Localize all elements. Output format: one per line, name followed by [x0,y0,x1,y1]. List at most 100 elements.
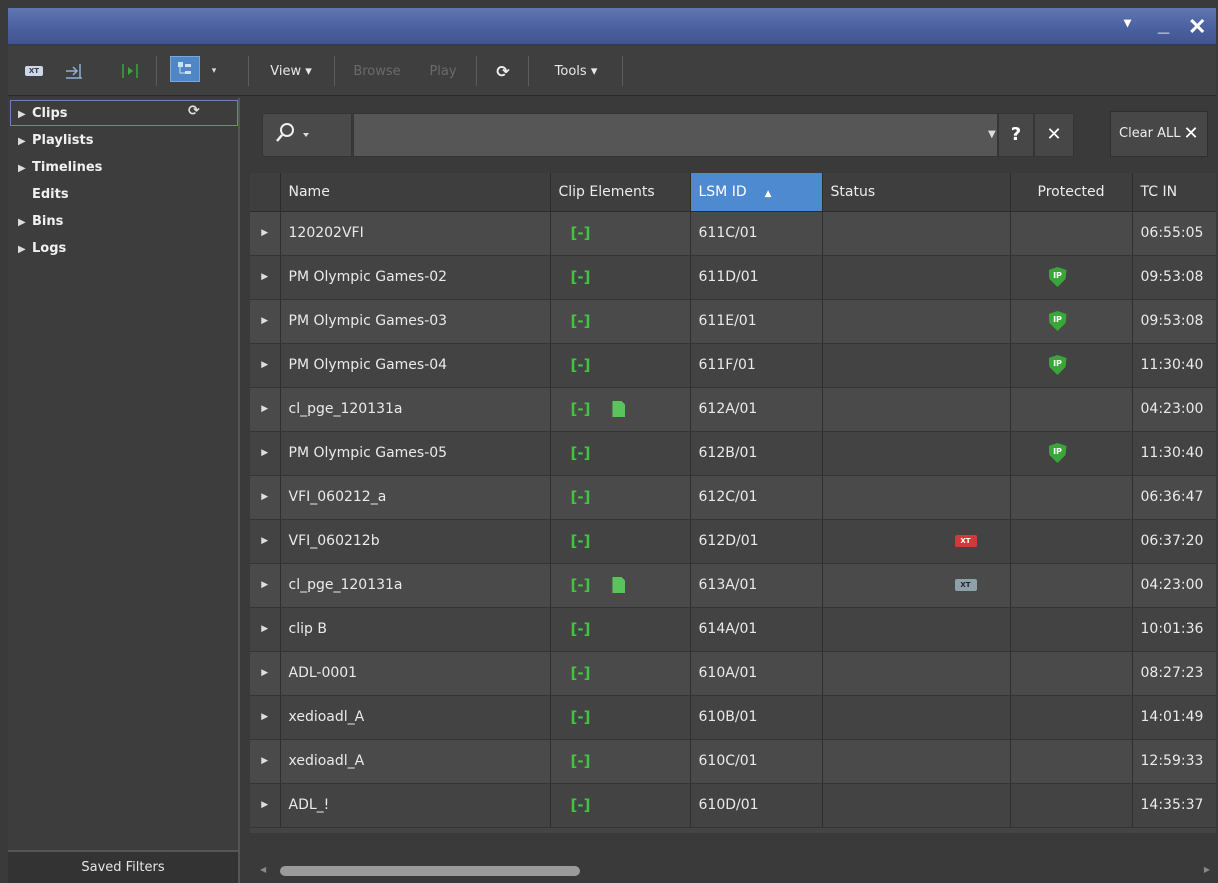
protected-cell [1010,607,1133,652]
minimize-button[interactable]: _ [1158,14,1169,37]
clip-name-cell: cl_pge_120131a [280,563,551,608]
table-row[interactable]: ▶ xedioadl_A [-] 610C/01 12:59:33 [250,739,1216,784]
lsm-id-cell: 610C/01 [690,739,823,784]
table-row[interactable]: ▶ clip B [-] 614A/01 10:01:36 [250,607,1216,652]
clip-element-icon[interactable]: [-] [571,226,591,241]
clip-element-icon[interactable]: [-] [571,446,591,461]
sidebar-item-playlists[interactable]: ▶ Playlists [18,133,93,148]
row-expand-toggle[interactable]: ▶ [250,475,281,520]
clip-element-icon[interactable]: [-] [571,358,591,373]
sidebar-item-timelines[interactable]: ▶ Timelines [18,160,102,175]
row-expand-toggle[interactable]: ▶ [250,739,281,784]
saved-filters-button[interactable]: Saved Filters [8,850,238,883]
table-row[interactable]: ▶ ADL_! [-] 610D/01 14:35:37 [250,783,1216,828]
search-input[interactable] [353,113,998,157]
clip-elements-column-header[interactable]: Clip Elements [550,173,691,212]
protected-column-header[interactable]: Protected [1010,173,1133,212]
status-column-header[interactable]: Status [822,173,1011,212]
clip-element-icon[interactable]: [-] [571,666,591,681]
table-row[interactable]: ▶ PM Olympic Games-04 [-] 611F/01 IP 11:30:40 [250,343,1216,388]
scrollbar-thumb[interactable] [280,866,580,876]
import-button[interactable] [60,58,88,84]
protected-shield-icon: IP [1048,355,1067,375]
row-expand-toggle[interactable]: ▶ [250,519,281,564]
clip-element-icon[interactable]: [-] [571,402,591,417]
sidebar-item-clips[interactable]: ▶ Clips [18,106,68,121]
row-expand-toggle[interactable]: ▶ [250,387,281,432]
row-expand-toggle[interactable]: ▶ [250,563,281,608]
expand-arrow-icon: ▶ [261,800,269,810]
import-arrow-icon [66,64,82,79]
sidebar-item-logs[interactable]: ▶ Logs [18,241,66,256]
row-expand-toggle[interactable]: ▶ [250,607,281,652]
row-expand-toggle[interactable]: ▶ [250,299,281,344]
layout-dropdown-button[interactable]: ▾ [206,58,222,84]
tools-menu-button[interactable]: Tools ▾ [536,58,616,84]
search-history-dropdown[interactable]: ▼ [988,129,996,140]
xt-server-button[interactable]: XT [22,58,46,84]
close-button[interactable]: ✕ [1188,14,1206,40]
clip-element-icon[interactable]: [-] [571,534,591,549]
table-row[interactable]: ▶ cl_pge_120131a [-] 613A/01 XT 04:23:00 [250,563,1216,608]
table-row[interactable]: ▶ cl_pge_120131a [-] 612A/01 04:23:00 [250,387,1216,432]
window-menu-button[interactable]: ▾ [1124,14,1131,31]
scroll-right-icon[interactable]: ▶ [1204,865,1210,874]
refresh-button[interactable]: ⟳ [484,58,522,84]
table-row[interactable]: ▶ VFI_060212b [-] 612D/01 XT 06:37:20 [250,519,1216,564]
table-row[interactable]: ▶ 120202VFI [-] 611C/01 06:55:05 [250,211,1216,256]
clip-element-icon[interactable]: [-] [571,314,591,329]
clip-name-cell: cl_pge_120131a [280,387,551,432]
clip-element-icon[interactable]: [-] [571,798,591,813]
tc-in-cell: 04:23:00 [1132,563,1216,608]
tc-in-cell: 06:36:47 [1132,475,1216,520]
clip-element-icon[interactable]: [-] [571,622,591,637]
table-row[interactable]: ▶ ADL-0001 [-] 610A/01 08:27:23 [250,651,1216,696]
table-row[interactable]: ▶ VFI_060212_a [-] 612C/01 06:36:47 [250,475,1216,520]
status-cell: XT [822,563,1011,608]
table-row[interactable]: ▶ PM Olympic Games-05 [-] 612B/01 IP 11:30:40 [250,431,1216,476]
sidebar-item-edits[interactable]: Edits [18,187,69,202]
clear-all-button[interactable]: Clear ALL ✕ [1110,111,1208,157]
row-expand-toggle[interactable]: ▶ [250,255,281,300]
scroll-left-icon[interactable]: ◀ [260,865,266,874]
browse-button[interactable]: Browse [342,58,412,84]
expand-column-header[interactable] [250,173,281,212]
table-row[interactable]: ▶ PM Olympic Games-02 [-] 611D/01 IP 09:53:08 [250,255,1216,300]
clip-elements-cell: [-] [550,651,691,696]
clip-elements-cell: [-] [550,299,691,344]
row-expand-toggle[interactable]: ▶ [250,343,281,388]
clip-element-icon[interactable]: [-] [571,754,591,769]
expand-arrow-icon: ▶ [261,228,269,238]
lsm-id-cell: 610A/01 [690,651,823,696]
clip-element-icon[interactable]: [-] [571,490,591,505]
clear-search-button[interactable]: ✕ [1034,113,1074,157]
row-expand-toggle[interactable]: ▶ [250,431,281,476]
name-column-header[interactable]: Name [280,173,551,212]
row-expand-toggle[interactable]: ▶ [250,651,281,696]
lsm-id-cell: 612B/01 [690,431,823,476]
document-icon[interactable] [612,401,626,417]
lsm-id-column-header[interactable]: LSM ID ▲ [690,173,823,212]
sidebar-item-label: Edits [32,187,69,202]
send-to-player-button[interactable] [116,58,144,84]
sidebar-item-bins[interactable]: ▶ Bins [18,214,63,229]
clip-name-cell: VFI_060212b [280,519,551,564]
play-button[interactable]: Play [418,58,468,84]
lsm-id-cell: 611D/01 [690,255,823,300]
table-row[interactable]: ▶ xedioadl_A [-] 610B/01 14:01:49 [250,695,1216,740]
refresh-clips-icon[interactable]: ⟳ [188,103,200,119]
view-menu-button[interactable]: View ▾ [256,58,326,84]
layout-button[interactable] [170,56,200,82]
search-options-button[interactable] [262,113,352,157]
tc-in-column-header[interactable]: TC IN [1132,173,1216,212]
search-help-button[interactable]: ? [998,113,1034,157]
table-row[interactable]: ▶ PM Olympic Games-03 [-] 611E/01 IP 09:53:08 [250,299,1216,344]
clip-element-icon[interactable]: [-] [571,270,591,285]
clip-element-icon[interactable]: [-] [571,578,591,593]
row-expand-toggle[interactable]: ▶ [250,783,281,828]
row-expand-toggle[interactable]: ▶ [250,211,281,256]
horizontal-scrollbar[interactable]: ◀ ▶ [250,858,1216,883]
clip-element-icon[interactable]: [-] [571,710,591,725]
row-expand-toggle[interactable]: ▶ [250,695,281,740]
document-icon[interactable] [612,577,626,593]
